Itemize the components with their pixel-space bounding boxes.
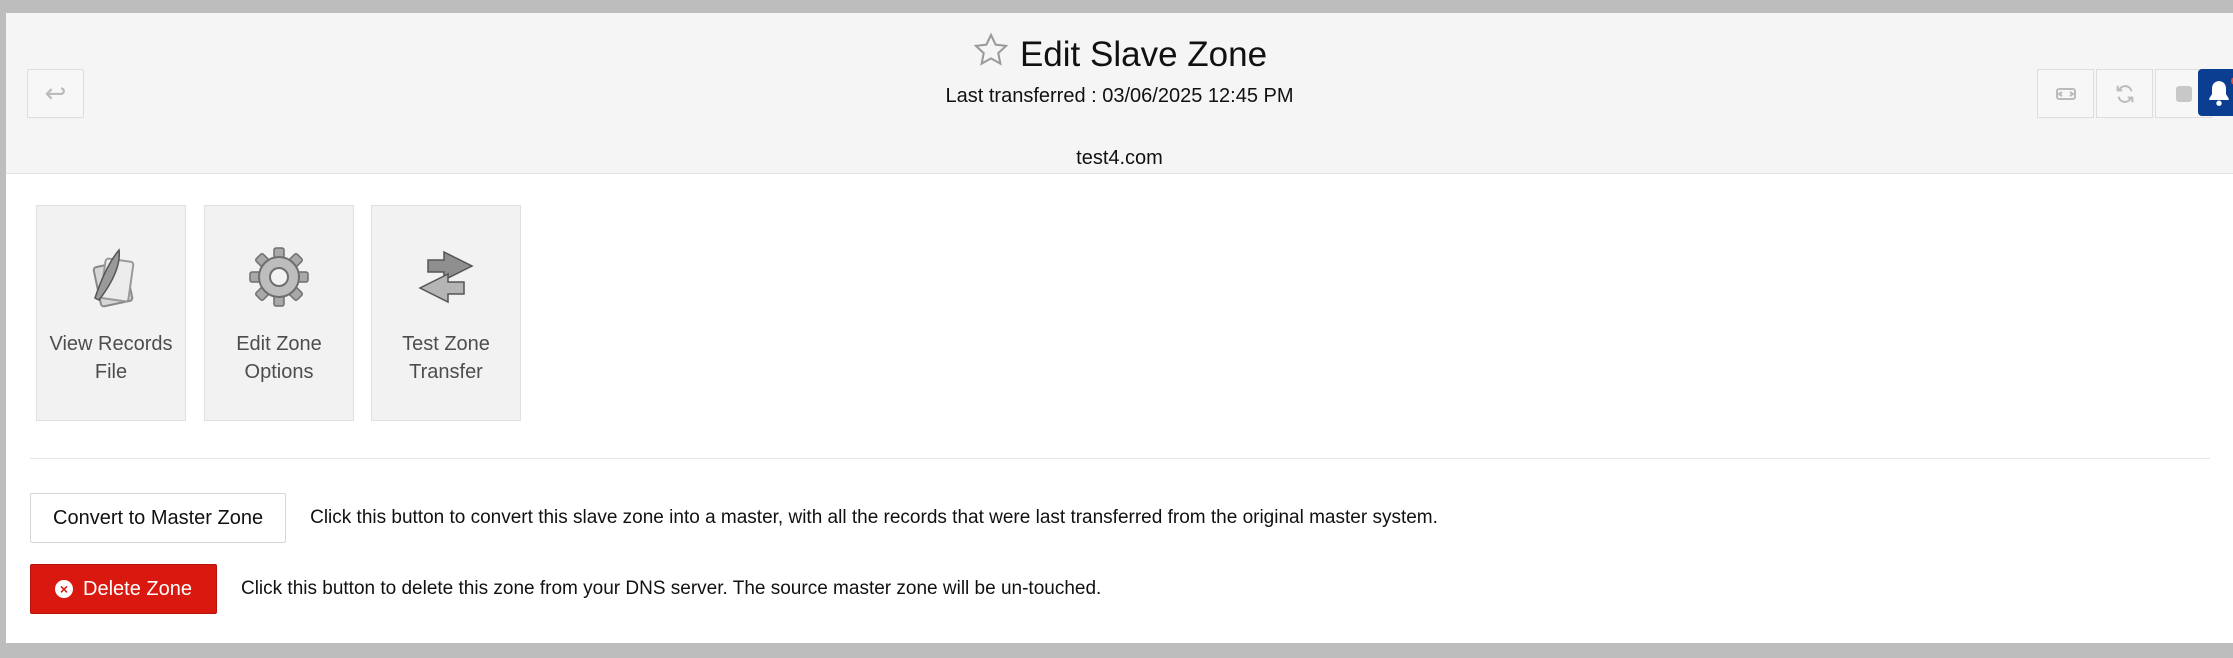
last-transferred-text: Last transferred : 03/06/2025 12:45 PM: [945, 85, 1294, 107]
transfer-arrows-icon: [418, 250, 474, 304]
delete-zone-label: Delete Zone: [83, 577, 192, 600]
test-zone-transfer-tile[interactable]: Test Zone Transfer: [371, 205, 521, 421]
convert-row: Convert to Master Zone Click this button…: [30, 493, 1438, 543]
tile-label: Edit Zone Options: [236, 333, 322, 383]
transfer-icon: [2055, 87, 2076, 100]
convert-description: Click this button to convert this slave …: [310, 507, 1438, 528]
tile-label: View Records File: [49, 333, 173, 383]
star-icon[interactable]: [972, 31, 1010, 82]
delete-description: Click this button to delete this zone fr…: [240, 578, 1102, 599]
main-panel: ↩ Edit Slave Zone Last transferred : 03/…: [6, 13, 2233, 643]
gear-icon: [249, 247, 309, 307]
zone-domain: test4.com: [1076, 147, 1163, 169]
header-tools: [2037, 69, 2214, 118]
close-circle-icon: ×: [55, 580, 73, 598]
delete-row: × Delete Zone Click this button to delet…: [30, 564, 1101, 614]
records-quill-icon: [92, 248, 135, 308]
section-divider: [30, 458, 2210, 459]
notification-button[interactable]: [2198, 69, 2233, 116]
refresh-button[interactable]: [2096, 69, 2153, 118]
title-row: Edit Slave Zone: [6, 31, 2233, 82]
page-header: ↩ Edit Slave Zone Last transferred : 03/…: [6, 13, 2233, 174]
view-records-file-tile[interactable]: View Records File: [36, 205, 186, 421]
convert-to-master-button[interactable]: Convert to Master Zone: [30, 493, 287, 543]
transfer-button[interactable]: [2037, 69, 2094, 118]
delete-zone-button[interactable]: × Delete Zone: [30, 564, 217, 614]
page-title: Edit Slave Zone: [1019, 35, 1268, 74]
bell-icon: [2208, 80, 2229, 106]
tile-label: Test Zone Transfer: [402, 333, 490, 383]
refresh-icon: [2116, 84, 2133, 103]
edit-zone-options-tile[interactable]: Edit Zone Options: [204, 205, 354, 421]
stop-icon: [2175, 85, 2192, 102]
